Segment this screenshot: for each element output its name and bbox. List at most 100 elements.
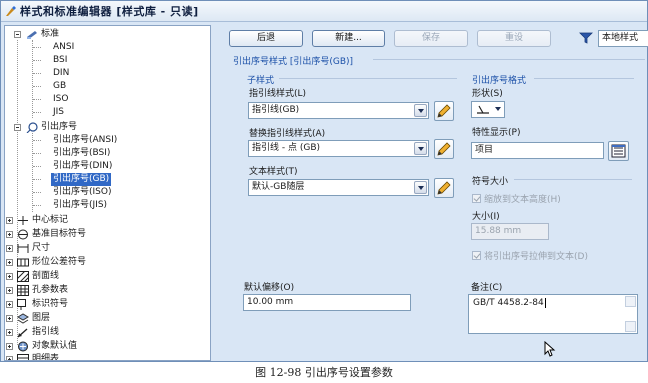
edit-leader-style-button[interactable] <box>434 101 454 121</box>
text-style-select[interactable]: 默认-GB随层 <box>248 179 429 196</box>
dimension-icon <box>17 244 29 253</box>
identifier-icon <box>17 299 26 310</box>
chevron-down-icon[interactable] <box>495 107 501 111</box>
hole-table-icon <box>17 285 29 296</box>
balloon-format-title: 引出序号格式 <box>472 76 527 86</box>
expand-icon[interactable] <box>6 329 13 336</box>
fit-text-label: 将引出序号拉伸到文本(D) <box>484 252 588 262</box>
expand-icon[interactable] <box>6 343 13 350</box>
figure-caption: 图 12-98 引出序号设置参数 <box>255 366 393 379</box>
parts-list-icon <box>17 354 29 360</box>
property-list-icon <box>611 144 626 158</box>
collapse-icon[interactable] <box>14 31 21 38</box>
symbol-size-divider <box>514 179 632 180</box>
back-button[interactable]: 后退 <box>229 30 303 47</box>
tree-item-label: 引出序号(ANSI) <box>53 135 118 145</box>
default-offset-field[interactable]: 10.00 mm <box>243 294 411 311</box>
tree-item-label: 引出序号(DIN) <box>53 161 113 171</box>
chevron-down-icon[interactable] <box>414 104 427 117</box>
tree-item-layer[interactable]: 图层 <box>5 312 205 325</box>
tree-guide-line <box>32 40 33 118</box>
sub-style-divider <box>279 78 457 79</box>
reset-button[interactable]: 重设 <box>477 30 551 47</box>
expand-icon[interactable] <box>6 245 13 252</box>
chevron-down-icon[interactable] <box>414 181 427 194</box>
scroll-up-icon[interactable] <box>625 296 636 307</box>
scroll-down-icon[interactable] <box>625 321 636 332</box>
tree-item-label: ISO <box>53 94 69 104</box>
property-chooser-button[interactable] <box>608 141 629 161</box>
edit-text-style-button[interactable] <box>434 178 454 198</box>
property-display-field[interactable]: 项目 <box>471 142 604 159</box>
tree-item-label: JIS <box>53 107 65 117</box>
title-bar: 样式和标准编辑器 [样式库 - 只读] <box>1 1 647 22</box>
tree-item-label: 剖面线 <box>32 271 60 281</box>
leader-style-value: 指引线(GB) <box>252 105 300 115</box>
expand-icon[interactable] <box>6 315 13 322</box>
tree-item-dimension[interactable]: 尺寸 <box>5 242 205 255</box>
window-title: 样式和标准编辑器 [样式库 - 只读] <box>20 5 199 18</box>
tree-item-parts-list[interactable]: 明细表 <box>5 353 205 360</box>
tree-item-center-mark[interactable]: 中心标记 <box>5 214 205 227</box>
expand-icon[interactable] <box>6 231 13 238</box>
datum-target-icon <box>18 229 28 240</box>
section-divider <box>373 59 645 60</box>
shape-select[interactable] <box>471 101 505 118</box>
tree-item-label: ANSI <box>53 42 75 52</box>
center-mark-icon <box>18 216 28 225</box>
tree-item-balloon[interactable]: 引出序号 <box>5 121 205 134</box>
collapse-icon[interactable] <box>14 124 21 131</box>
fcf-icon <box>17 258 29 267</box>
new-button[interactable]: 新建... <box>312 30 385 47</box>
tree-item-leader[interactable]: 指引线 <box>5 326 205 339</box>
object-defaults-icon <box>18 341 28 352</box>
balloon-format-divider <box>534 78 634 79</box>
size-field[interactable]: 15.88 mm <box>471 223 549 240</box>
expand-icon[interactable] <box>6 217 13 224</box>
comment-field[interactable]: GB/T 4458.2-84 <box>468 294 638 334</box>
default-offset-label: 默认偏移(O) <box>244 283 295 293</box>
tree-item-label: BSI <box>53 55 68 65</box>
tree-item-datum-target[interactable]: 基准目标符号 <box>5 228 205 241</box>
mouse-cursor-icon <box>544 341 556 357</box>
tree-item-standard[interactable]: 标准 <box>5 28 205 41</box>
shape-label: 形状(S) <box>472 89 503 99</box>
tree-item-label: 尺寸 <box>32 243 51 253</box>
leader-style-select[interactable]: 指引线(GB) <box>248 102 429 119</box>
chevron-down-icon[interactable] <box>414 142 427 155</box>
scale-to-text-checkbox[interactable] <box>472 194 481 203</box>
fit-text-checkbox-row[interactable]: 将引出序号拉伸到文本(D) <box>472 249 588 262</box>
standard-icon <box>27 31 37 39</box>
save-button[interactable]: 保存 <box>394 30 468 47</box>
style-filter-select[interactable]: 本地样式 <box>598 30 648 47</box>
tree-item-label: DIN <box>53 68 70 78</box>
alt-leader-style-value: 指引线 - 点 (GB) <box>252 143 321 153</box>
expand-icon[interactable] <box>6 301 13 308</box>
tree-item-label: 孔参数表 <box>32 285 69 295</box>
tree-item-label: 对象默认值 <box>32 341 78 351</box>
expand-icon[interactable] <box>6 273 13 280</box>
scale-to-text-label: 缩放到文本高度(H) <box>484 195 561 205</box>
edit-alt-leader-style-button[interactable] <box>434 139 454 159</box>
tree-item-fcf[interactable]: 形位公差符号 <box>5 256 205 269</box>
tree-item-identifier[interactable]: 标识符号 <box>5 298 205 311</box>
pencil-icon <box>437 181 451 195</box>
tree-item-label: 引出序号(ISO) <box>53 187 112 197</box>
text-style-label: 文本样式(T) <box>249 167 298 177</box>
fit-text-checkbox[interactable] <box>472 251 481 260</box>
tree-item-label: 标准 <box>41 29 60 39</box>
sub-style-title: 子样式 <box>247 76 275 86</box>
expand-icon[interactable] <box>6 287 13 294</box>
expand-icon[interactable] <box>6 356 13 360</box>
tree-item-object-defaults[interactable]: 对象默认值 <box>5 340 205 353</box>
scale-to-text-checkbox-row[interactable]: 缩放到文本高度(H) <box>472 192 561 205</box>
style-editor-window: 样式和标准编辑器 [样式库 - 只读] 标准 ANSI BSI DIN GB I… <box>0 0 648 362</box>
tree-item-hatch[interactable]: 剖面线 <box>5 270 205 283</box>
tree-item-label: 引出序号(BSI) <box>53 148 111 158</box>
style-tree[interactable]: 标准 ANSI BSI DIN GB ISO JIS 引出序号 引出序号(ANS… <box>4 25 211 361</box>
tree-item-label: GB <box>53 81 67 91</box>
expand-icon[interactable] <box>6 259 13 266</box>
alt-leader-style-select[interactable]: 指引线 - 点 (GB) <box>248 140 429 157</box>
comment-text: GB/T 4458.2-84 <box>473 298 544 308</box>
tree-item-hole-table[interactable]: 孔参数表 <box>5 284 205 297</box>
